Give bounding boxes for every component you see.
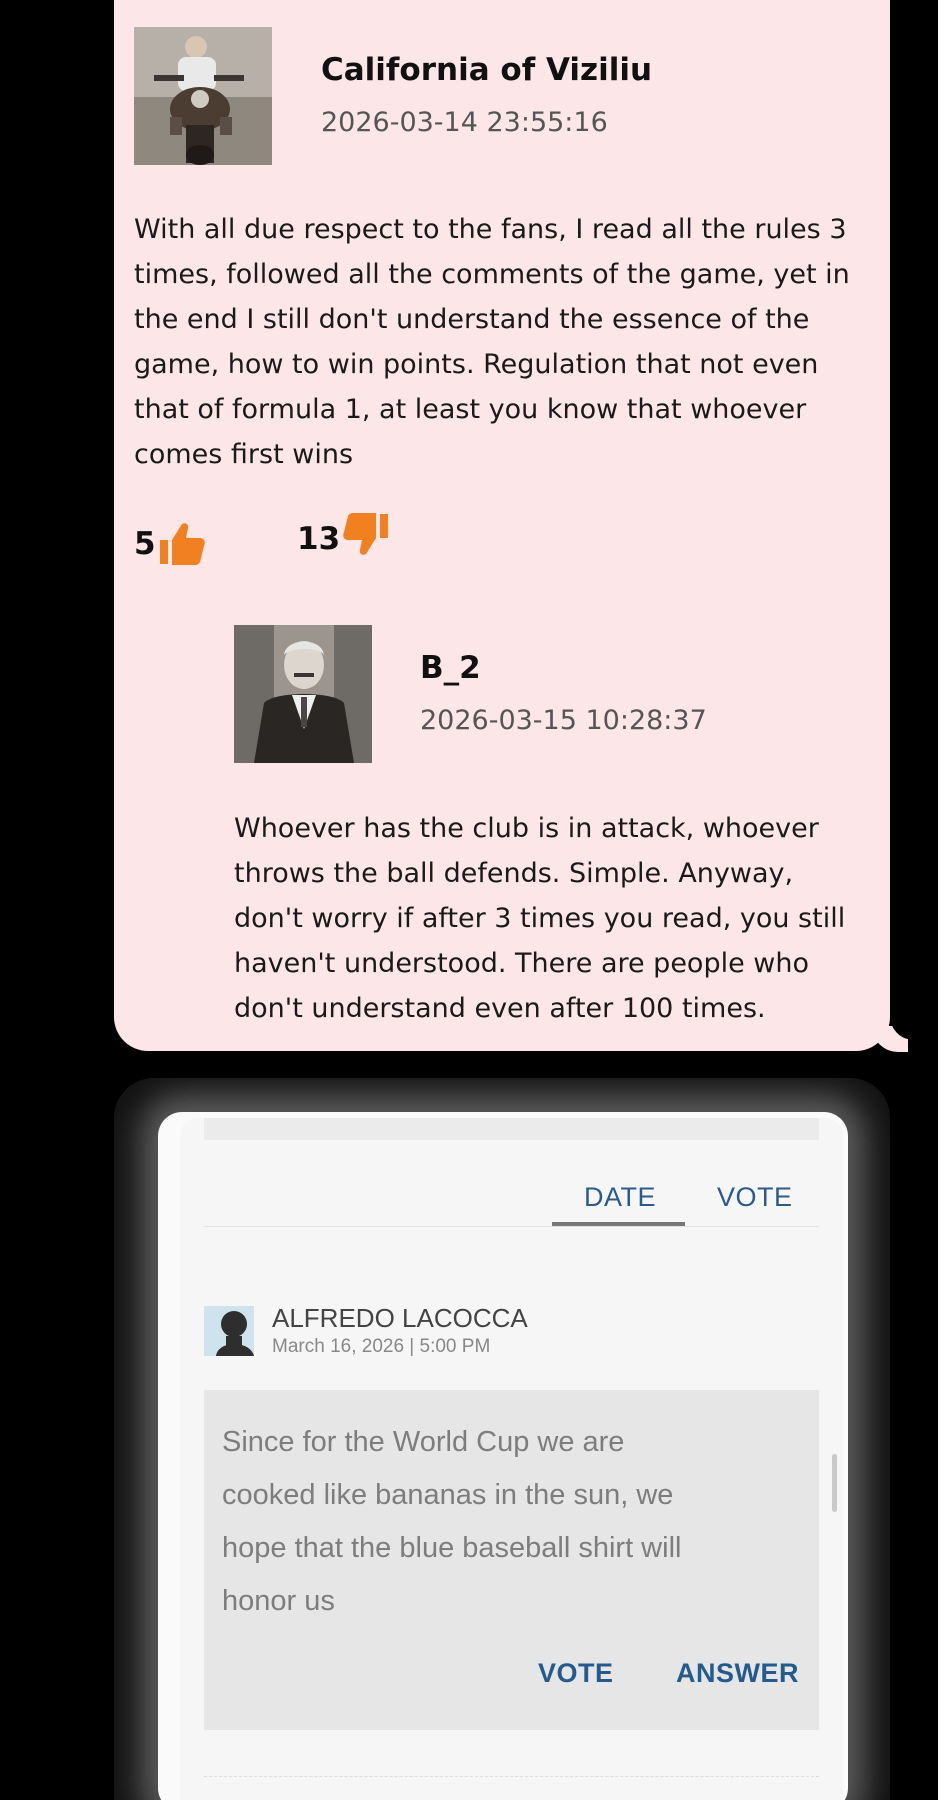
thumbs-up-icon <box>159 523 205 565</box>
user-avatar <box>204 1306 254 1356</box>
tab-vote[interactable]: VOTE <box>717 1182 793 1213</box>
like-count: 5 <box>134 526 156 562</box>
divider <box>204 1776 819 1777</box>
comment-text: Since for the World Cup we are cooked li… <box>222 1416 782 1628</box>
comment-line: game, how to win points. Regulation that… <box>134 349 819 380</box>
tab-date[interactable]: DATE <box>584 1182 656 1213</box>
reply-avatar[interactable] <box>234 625 372 763</box>
reply-line: don't understand even after 100 times. <box>234 993 766 1024</box>
reply-line: Whoever has the club is in attack, whoev… <box>234 813 819 844</box>
scrollbar-thumb[interactable] <box>832 1454 837 1512</box>
panel-top-bar <box>204 1118 819 1140</box>
motorcycle-photo-icon <box>134 27 272 165</box>
tab-divider <box>204 1226 819 1227</box>
comment-text-line: honor us <box>222 1585 335 1617</box>
comment-timestamp: 2026-03-14 23:55:16 <box>321 107 608 138</box>
comment-text-line: cooked like bananas in the sun, we <box>222 1479 674 1511</box>
vote-button[interactable]: VOTE <box>538 1658 614 1689</box>
comment-body: With all due respect to the fans, I read… <box>134 207 890 477</box>
answer-button[interactable]: ANSWER <box>676 1658 799 1689</box>
commenter-avatar[interactable] <box>134 27 272 165</box>
image-message-bubble[interactable]: DATE VOTE ALFREDO LACOCCA March 16, 2026… <box>114 1078 890 1800</box>
comment-text-line: Since for the World Cup we are <box>222 1426 625 1458</box>
dislike-count: 13 <box>297 521 341 557</box>
reply-line: throws the ball defends. Simple. Anyway, <box>234 858 794 889</box>
comment-date: March 16, 2026 | 5:00 PM <box>272 1336 491 1357</box>
reply-line: haven't understood. There are people who <box>234 948 810 979</box>
comment-line: With all due respect to the fans, I read… <box>134 214 847 245</box>
reply-body: Whoever has the club is in attack, whoev… <box>234 806 890 1031</box>
like-button[interactable]: 5 <box>134 520 206 568</box>
commenter-name[interactable]: California of Viziliu <box>321 52 652 88</box>
dislike-button[interactable]: 13 <box>297 513 390 558</box>
comment-author[interactable]: ALFREDO LACOCCA <box>272 1303 528 1334</box>
comment-line: times, followed all the comments of the … <box>134 259 850 290</box>
portrait-photo-icon <box>234 625 372 763</box>
thumbs-down-icon <box>343 513 389 555</box>
comment-box: Since for the World Cup we are cooked li… <box>204 1390 819 1730</box>
reply-timestamp: 2026-03-15 10:28:37 <box>420 705 707 736</box>
reply-author-name[interactable]: B_2 <box>420 650 481 686</box>
reply-line: don't worry if after 3 times you read, y… <box>234 903 846 934</box>
comment-line: that of formula 1, at least you know tha… <box>134 394 807 425</box>
chat-message-bubble[interactable]: California of Viziliu 2026-03-14 23:55:1… <box>114 0 890 1051</box>
user-silhouette-icon <box>204 1306 254 1356</box>
comment-text-line: hope that the blue baseball shirt will <box>222 1532 682 1564</box>
comment-line: the end I still don't understand the ess… <box>134 304 810 335</box>
news-comments-panel: DATE VOTE ALFREDO LACOCCA March 16, 2026… <box>180 1118 843 1800</box>
comment-line: comes first wins <box>134 439 354 470</box>
